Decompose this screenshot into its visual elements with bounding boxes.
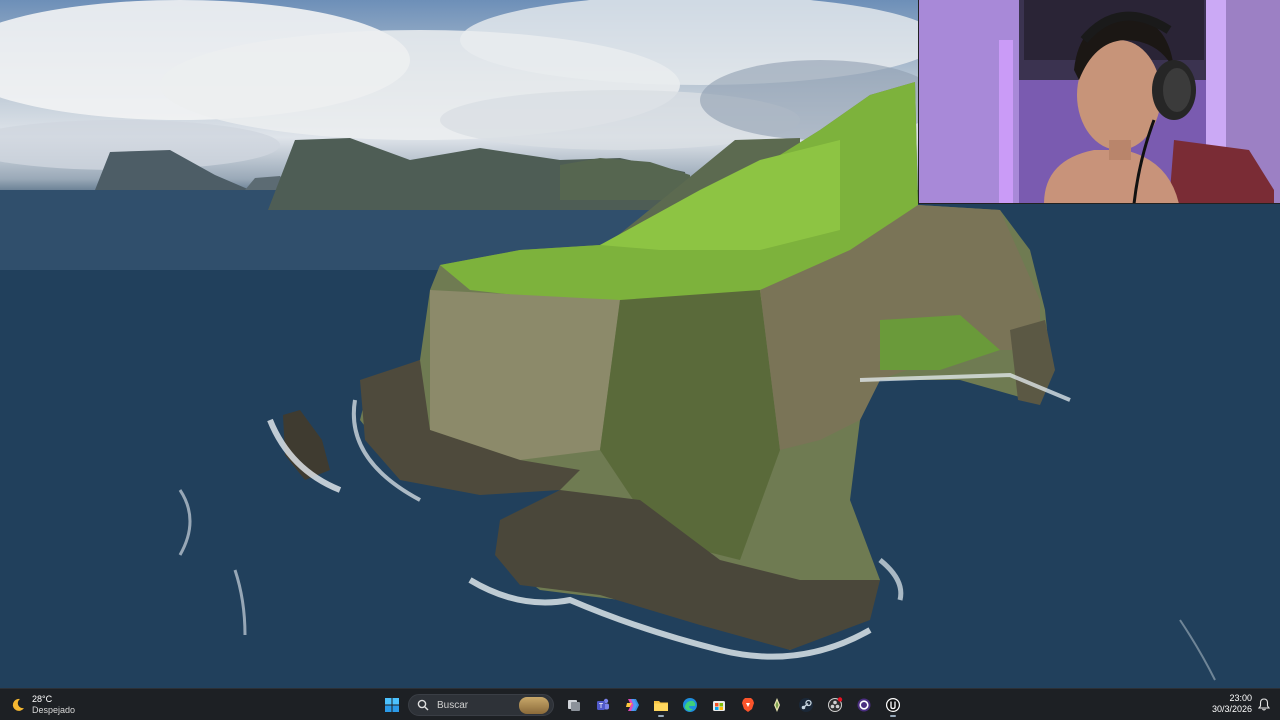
- running-indicator: [657, 715, 664, 717]
- search-icon: [417, 699, 429, 711]
- record-icon: [827, 697, 842, 712]
- task-view-icon: [567, 700, 580, 711]
- taskbar: 28°C Despejado Buscar T 23:00 30/3/2026: [0, 688, 1280, 720]
- circle-icon: [857, 698, 870, 712]
- app-purple-button[interactable]: [849, 692, 878, 718]
- store-icon: [712, 701, 725, 711]
- bell-icon[interactable]: [1258, 698, 1270, 711]
- teams-button[interactable]: T: [588, 692, 617, 718]
- brave-icon: [741, 698, 754, 712]
- weather-widget[interactable]: 28°C Despejado: [10, 693, 75, 717]
- taskbar-apps: Buscar T: [377, 692, 907, 718]
- webcam-overlay: [918, 0, 1280, 204]
- start-button[interactable]: [377, 692, 406, 718]
- search-box[interactable]: Buscar: [408, 694, 554, 716]
- weather-temperature: 28°C: [32, 694, 53, 704]
- brave-button[interactable]: [733, 692, 762, 718]
- obs-button[interactable]: [820, 692, 849, 718]
- search-highlight-image: [519, 697, 549, 714]
- file-explorer-button[interactable]: [646, 692, 675, 718]
- webcam-feed: [919, 0, 1280, 203]
- weather-condition: Despejado: [32, 705, 76, 715]
- unreal-icon: [885, 698, 900, 712]
- folder-icon: [653, 701, 668, 711]
- app-button[interactable]: [762, 692, 791, 718]
- windows-logo-icon: [384, 698, 399, 712]
- teams-icon: T: [596, 698, 609, 710]
- clock[interactable]: 23:00 30/3/2026: [1212, 693, 1252, 717]
- search-label: Buscar: [437, 699, 469, 711]
- edge-button[interactable]: [675, 692, 704, 718]
- clock-time: 23:00: [1229, 693, 1252, 703]
- copilot-button[interactable]: [617, 692, 646, 718]
- edge-icon: [682, 698, 697, 712]
- pen-icon: [773, 698, 780, 712]
- task-view-button[interactable]: [559, 692, 588, 718]
- steam-button[interactable]: [791, 692, 820, 718]
- unreal-button[interactable]: [878, 692, 907, 718]
- running-indicator: [889, 715, 896, 717]
- steam-icon: [798, 698, 813, 712]
- moon-icon: [12, 698, 24, 711]
- clock-date: 30/3/2026: [1211, 704, 1252, 714]
- svg-text:T: T: [598, 703, 603, 710]
- store-button[interactable]: [704, 692, 733, 718]
- copilot-icon: [625, 699, 639, 711]
